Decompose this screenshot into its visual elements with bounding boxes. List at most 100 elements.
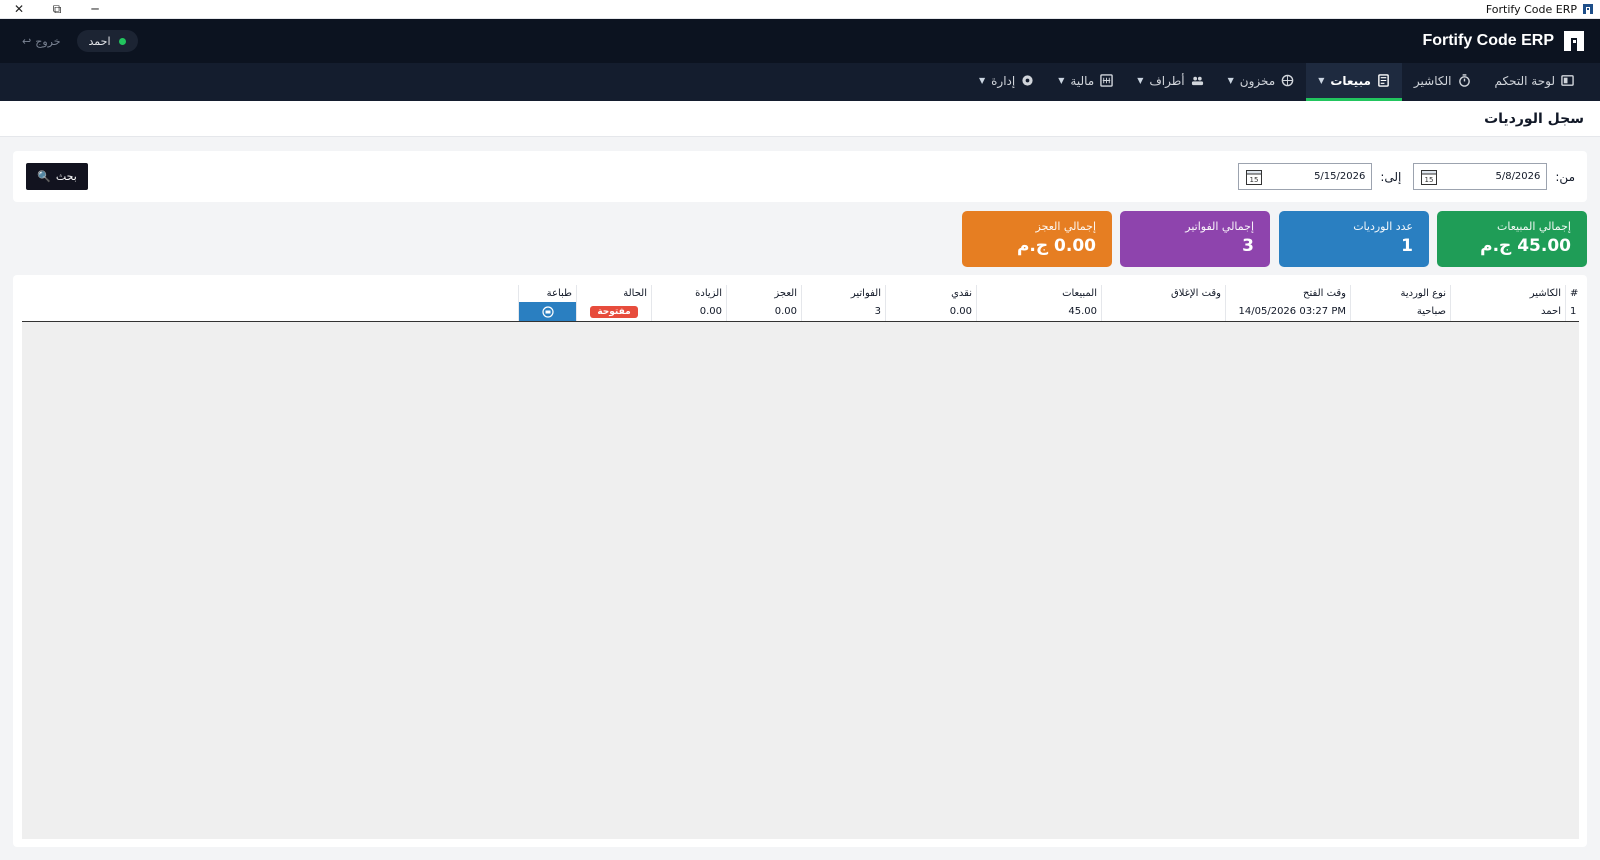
- nav-dashboard[interactable]: لوحة التحكم: [1483, 63, 1587, 101]
- kpi-total-deficit: إجمالي العجز 0.00 ج.م: [962, 211, 1112, 267]
- column-header-invoices[interactable]: الفواتير: [801, 285, 885, 302]
- to-date-label: إلى:: [1380, 169, 1402, 184]
- cell-print: [518, 302, 576, 321]
- cell-shift-type: صباحية: [1350, 302, 1450, 321]
- window-title: Fortify Code ERP: [1486, 3, 1600, 16]
- chevron-down-icon: ▼: [1058, 76, 1065, 85]
- logout-button[interactable]: ↩ خروج: [22, 35, 61, 48]
- table-row[interactable]: 1 احمد صباحية 14/05/2026 03:27 PM 45.00 …: [22, 302, 1579, 322]
- nav-parties-label: أطراف: [1149, 73, 1185, 88]
- column-header-shift-type[interactable]: نوع الوردية: [1350, 285, 1450, 302]
- nav-cashier[interactable]: الكاشير: [1402, 63, 1483, 101]
- header-user-area: ↩ خروج احمد: [22, 30, 138, 52]
- chevron-down-icon: ▼: [1137, 76, 1144, 85]
- column-header-close-time[interactable]: وقت الإغلاق: [1101, 285, 1225, 302]
- nav-admin-label: إدارة: [991, 73, 1016, 88]
- kpi-shift-count-label: عدد الورديات: [1353, 220, 1413, 233]
- gear-icon: [1022, 75, 1033, 86]
- column-header-status[interactable]: الحالة: [576, 285, 651, 302]
- window-titlebar: ✕ ⧉ ─ Fortify Code ERP: [0, 0, 1600, 19]
- user-name: احمد: [88, 34, 111, 48]
- brand-logo-icon: [1564, 31, 1584, 51]
- shifts-grid-area[interactable]: # الكاشير نوع الوردية وقت الفتح وقت الإغ…: [22, 285, 1579, 839]
- column-header-excess[interactable]: الزيادة: [651, 285, 726, 302]
- shifts-table-panel: # الكاشير نوع الوردية وقت الفتح وقت الإغ…: [13, 275, 1587, 847]
- kpi-total-deficit-label: إجمالي العجز: [1035, 220, 1096, 233]
- cashier-icon: [1458, 74, 1470, 87]
- cell-open-time: 14/05/2026 03:27 PM: [1225, 302, 1350, 321]
- user-badge[interactable]: احمد: [76, 30, 138, 52]
- column-header-deficit[interactable]: العجز: [726, 285, 801, 302]
- calendar-icon[interactable]: 15: [1245, 168, 1263, 186]
- nav-dashboard-label: لوحة التحكم: [1494, 73, 1556, 88]
- box-icon: [1281, 74, 1294, 87]
- online-status-icon: [118, 37, 126, 45]
- page-header: سجل الورديات: [0, 101, 1600, 137]
- kpi-total-deficit-value: 0.00 ج.م: [1016, 236, 1096, 256]
- from-date-value: 5/8/2026: [1495, 171, 1541, 182]
- finance-icon: [1100, 74, 1113, 87]
- chevron-down-icon: ▼: [978, 76, 986, 85]
- app-logo-icon: [1583, 4, 1593, 14]
- date-range: 15 5/15/2026 إلى: 15 5/8/2026 من:: [1238, 163, 1575, 190]
- column-header-sales[interactable]: المبيعات: [976, 285, 1101, 302]
- cell-excess: 0.00: [651, 302, 726, 321]
- window-controls: ✕ ⧉ ─: [0, 0, 114, 19]
- column-header-filler: [22, 285, 518, 302]
- app-header: ↩ خروج احمد Fortify Code ERP: [0, 19, 1600, 63]
- column-header-cash[interactable]: نقدي: [885, 285, 976, 302]
- logout-label: خروج: [35, 34, 61, 48]
- kpi-shift-count: عدد الورديات 1: [1279, 211, 1429, 267]
- nav-inventory[interactable]: مخزون ▼: [1216, 63, 1307, 101]
- window-restore-button[interactable]: ⧉: [38, 0, 76, 19]
- chevron-down-icon: ▼: [1227, 76, 1234, 85]
- status-badge: مفتوحة: [590, 305, 638, 318]
- nav-finance[interactable]: مالية ▼: [1046, 63, 1125, 101]
- search-button[interactable]: 🔍 بحث: [26, 163, 88, 190]
- from-date-input[interactable]: 15 5/8/2026: [1413, 163, 1548, 190]
- to-date-input[interactable]: 15 5/15/2026: [1238, 163, 1373, 190]
- column-header-num[interactable]: #: [1565, 285, 1579, 302]
- svg-text:15: 15: [1250, 176, 1259, 184]
- calendar-icon[interactable]: 15: [1420, 168, 1438, 186]
- cell-open-time-value: 14/05/2026 03:27 PM: [1238, 306, 1346, 317]
- search-icon: 🔍: [37, 170, 51, 183]
- cell-close-time: [1101, 302, 1225, 321]
- window-minimize-button[interactable]: ─: [76, 0, 114, 19]
- nav-inventory-label: مخزون: [1239, 73, 1276, 88]
- kpi-total-invoices: إجمالي الفواتير 3: [1120, 211, 1270, 267]
- cell-invoices: 3: [801, 302, 885, 321]
- window-close-button[interactable]: ✕: [0, 0, 38, 19]
- page-title: سجل الورديات: [1484, 110, 1584, 127]
- svg-text:15: 15: [1425, 176, 1434, 184]
- nav-parties[interactable]: أطراف ▼: [1125, 63, 1215, 101]
- cell-status: مفتوحة: [576, 302, 651, 321]
- to-date-value: 5/15/2026: [1314, 171, 1366, 182]
- nav-admin[interactable]: إدارة ▼: [967, 63, 1046, 101]
- cell-num: 1: [1565, 302, 1579, 321]
- main-nav: لوحة التحكم الكاشير مبيعات ▼ مخزون ▼ أطر…: [0, 63, 1600, 101]
- kpi-shift-count-value: 1: [1401, 236, 1413, 256]
- nav-sales[interactable]: مبيعات ▼: [1306, 63, 1402, 101]
- nav-sales-label: مبيعات: [1330, 73, 1371, 88]
- people-icon: [1191, 76, 1203, 86]
- shifts-grid: # الكاشير نوع الوردية وقت الفتح وقت الإغ…: [22, 285, 1579, 322]
- column-header-print[interactable]: طباعة: [518, 285, 576, 302]
- print-button[interactable]: [519, 302, 576, 321]
- brand-name: Fortify Code ERP: [1422, 32, 1554, 49]
- cell-cash: 0.00: [885, 302, 976, 321]
- filter-bar: 🔍 بحث 15 5/15/2026 إلى: 15 5/8/2026 من:: [13, 151, 1587, 202]
- search-button-label: بحث: [55, 170, 77, 183]
- cell-deficit: 0.00: [726, 302, 801, 321]
- table-header-row: # الكاشير نوع الوردية وقت الفتح وقت الإغ…: [22, 285, 1579, 302]
- printer-icon: [541, 305, 554, 318]
- logout-icon: ↩: [22, 34, 32, 48]
- column-header-cashier[interactable]: الكاشير: [1450, 285, 1565, 302]
- dashboard-icon: [1561, 75, 1574, 86]
- kpi-total-invoices-label: إجمالي الفواتير: [1185, 220, 1254, 233]
- column-header-open-time[interactable]: وقت الفتح: [1225, 285, 1350, 302]
- brand: Fortify Code ERP: [1422, 29, 1586, 53]
- nav-cashier-label: الكاشير: [1413, 73, 1452, 88]
- cell-filler: [22, 302, 518, 321]
- cell-cashier: احمد: [1450, 302, 1565, 321]
